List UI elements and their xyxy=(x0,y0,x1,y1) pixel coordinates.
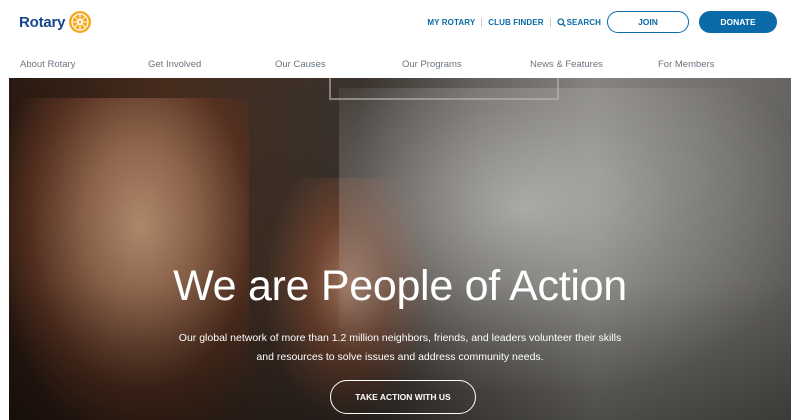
nav-item-news-features[interactable]: News & Features xyxy=(530,59,603,70)
my-rotary-link[interactable]: MY ROTARY xyxy=(427,18,475,27)
search-icon xyxy=(556,17,566,27)
nav-item-our-programs[interactable]: Our Programs xyxy=(402,59,462,70)
hero-overlay xyxy=(9,78,791,420)
search-label: SEARCH xyxy=(566,17,601,27)
logo-text: Rotary xyxy=(19,13,66,31)
nav-item-about-rotary[interactable]: About Rotary xyxy=(20,59,75,70)
hero-banner: We are People of Action Our global netwo… xyxy=(9,78,791,420)
hero-title: We are People of Action xyxy=(173,262,627,310)
utility-divider xyxy=(481,17,483,27)
rotary-logo[interactable]: Rotary xyxy=(19,9,92,35)
site-header: Rotary MY ROTARY CLUB FINDER SEARCH JOIN… xyxy=(0,0,791,48)
search-link[interactable]: SEARCH xyxy=(556,17,601,27)
donate-button[interactable]: DONATE xyxy=(699,11,777,33)
utility-divider xyxy=(549,17,551,27)
join-button[interactable]: JOIN xyxy=(607,11,689,33)
nav-item-get-involved[interactable]: Get Involved xyxy=(148,59,201,70)
take-action-button[interactable]: TAKE ACTION WITH US xyxy=(330,380,476,414)
main-nav: About Rotary Get Involved Our Causes Our… xyxy=(0,52,791,76)
nav-item-our-causes[interactable]: Our Causes xyxy=(275,59,326,70)
nav-item-for-members[interactable]: For Members xyxy=(658,59,714,70)
rotary-wheel-icon xyxy=(69,11,92,33)
utility-bar: MY ROTARY CLUB FINDER SEARCH JOIN DONATE xyxy=(427,11,777,33)
club-finder-link[interactable]: CLUB FINDER xyxy=(488,18,543,27)
hero-subtitle: Our global network of more than 1.2 mill… xyxy=(178,332,622,363)
